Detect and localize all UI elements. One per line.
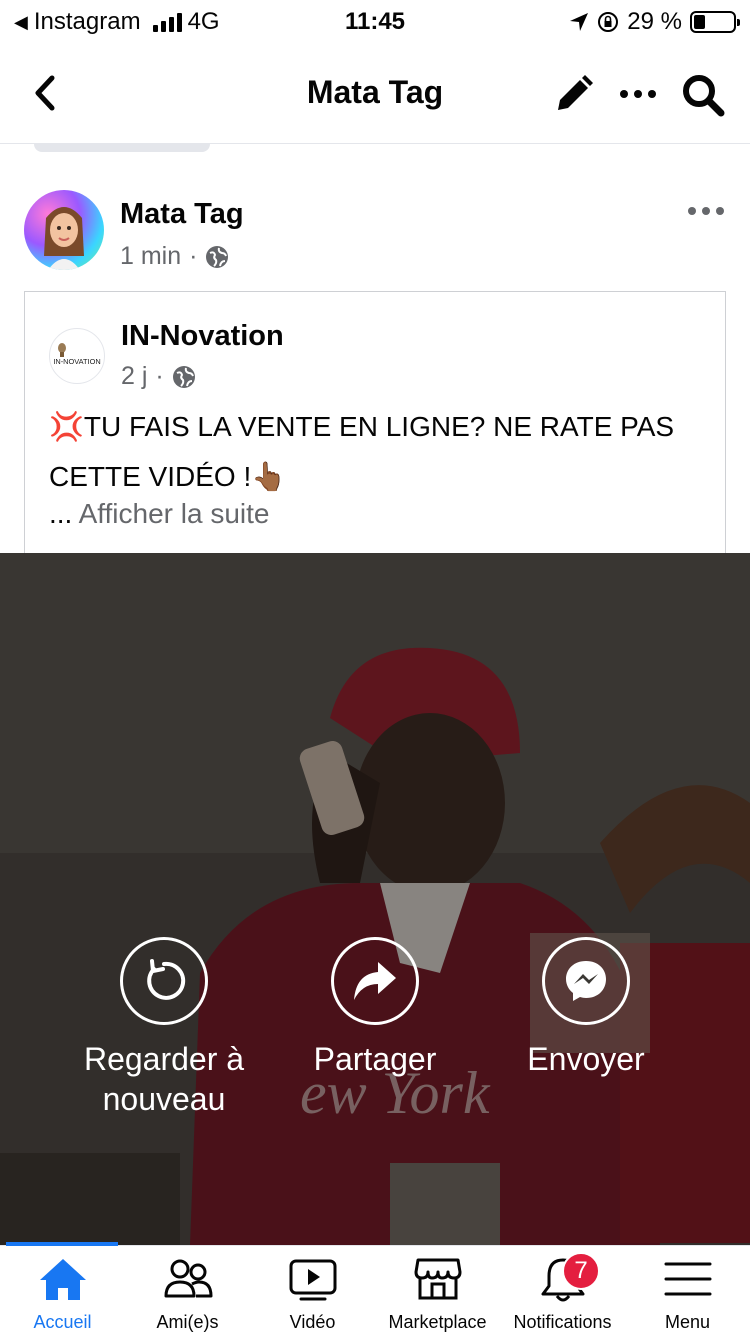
- post-text-line-2: CETTE VIDÉO !👆🏾: [49, 461, 287, 492]
- meta-separator: ·: [155, 362, 164, 390]
- tab-marketplace-label: Marketplace: [388, 1312, 487, 1332]
- messenger-icon: [566, 961, 606, 1001]
- post-options-icon[interactable]: [686, 196, 726, 226]
- page-logo[interactable]: IN-NOVATION: [49, 328, 105, 384]
- tab-video[interactable]: Vidéo: [250, 1246, 375, 1334]
- video-overlay: [0, 553, 750, 1245]
- tab-friends[interactable]: Ami(e)s: [125, 1246, 250, 1334]
- share-action[interactable]: Partager: [255, 937, 495, 1079]
- tab-menu-label: Menu: [664, 1312, 711, 1332]
- battery-icon: [690, 11, 740, 33]
- location-arrow-icon: [570, 13, 589, 31]
- replay-label-line-2: nouveau: [102, 1081, 226, 1117]
- ellipsis: ...: [49, 498, 73, 529]
- post-text-line-1: 💢TU FAIS LA VENTE EN LIGNE? NE RATE PAS: [49, 411, 675, 442]
- meta-separator: ·: [189, 242, 198, 270]
- search-icon[interactable]: [680, 72, 726, 118]
- share-arrow-icon: [354, 962, 396, 1000]
- tab-friends-label: Ami(e)s: [156, 1312, 219, 1332]
- battery-percent: 29 %: [627, 8, 682, 35]
- marketplace-icon: [414, 1258, 462, 1300]
- shared-page-name[interactable]: IN-Novation: [121, 320, 284, 353]
- shared-post-text: 💢TU FAIS LA VENTE EN LIGNE? NE RATE PAS …: [49, 402, 709, 502]
- replay-label-line-1: Regarder à: [83, 1041, 245, 1077]
- replay-action[interactable]: Regarder à nouveau: [44, 937, 284, 1119]
- status-bar: ◀ Instagram 4G 11:45 29 %: [0, 0, 750, 44]
- share-button[interactable]: [331, 937, 419, 1025]
- shared-time: 2 j: [121, 362, 148, 390]
- share-label: Partager: [313, 1041, 437, 1077]
- tab-notifications-label: Notifications: [513, 1312, 612, 1332]
- logo-text: IN-NOVATION: [53, 357, 100, 366]
- avatar-face-icon: [44, 207, 84, 270]
- see-more-link[interactable]: Afficher la suite: [79, 498, 270, 529]
- post-meta: 1 min ·: [120, 242, 229, 271]
- pencil-icon[interactable]: [552, 72, 596, 116]
- send-button[interactable]: [542, 937, 630, 1025]
- bottom-tab-bar: Accueil Ami(e)s Vidéo Marketplace 7 Noti…: [0, 1242, 750, 1334]
- video-player[interactable]: ew York Regarder à nouveau Partager Envo…: [0, 553, 750, 1245]
- tab-marketplace[interactable]: Marketplace: [375, 1246, 500, 1334]
- tab-notifications[interactable]: 7 Notifications: [500, 1246, 625, 1334]
- hamburger-icon: [664, 1262, 712, 1296]
- innovation-logo-icon: IN-NOVATION: [53, 343, 101, 366]
- shared-post-card[interactable]: IN-NOVATION IN-Novation 2 j · 💢TU FAIS L…: [24, 291, 726, 554]
- globe-icon: [206, 245, 229, 268]
- scrolled-chip: [34, 144, 210, 152]
- status-right: 29 %: [569, 8, 740, 36]
- replay-button[interactable]: [120, 937, 208, 1025]
- nav-header: Mata Tag: [0, 44, 750, 144]
- home-icon: [40, 1259, 86, 1300]
- tab-video-label: Vidéo: [289, 1312, 336, 1332]
- send-action[interactable]: Envoyer: [466, 937, 706, 1079]
- tab-home-label: Accueil: [33, 1312, 92, 1332]
- post-author-name[interactable]: Mata Tag: [120, 198, 244, 231]
- send-label: Envoyer: [527, 1041, 645, 1077]
- video-icon: [289, 1259, 337, 1301]
- replay-icon: [147, 959, 186, 1000]
- tab-menu[interactable]: Menu: [625, 1246, 750, 1334]
- friends-icon: [164, 1259, 213, 1298]
- author-avatar[interactable]: [24, 190, 104, 270]
- post-time: 1 min: [120, 242, 182, 270]
- tab-home[interactable]: Accueil: [0, 1246, 125, 1334]
- battery-fill: [694, 15, 706, 29]
- globe-icon: [172, 365, 195, 388]
- see-more-row: ... Afficher la suite: [49, 498, 270, 530]
- shared-meta: 2 j ·: [121, 362, 196, 391]
- notification-badge: 7: [562, 1252, 600, 1290]
- more-icon[interactable]: [618, 72, 658, 116]
- replay-label: Regarder à nouveau: [44, 1039, 284, 1119]
- orientation-lock-icon: [598, 12, 619, 32]
